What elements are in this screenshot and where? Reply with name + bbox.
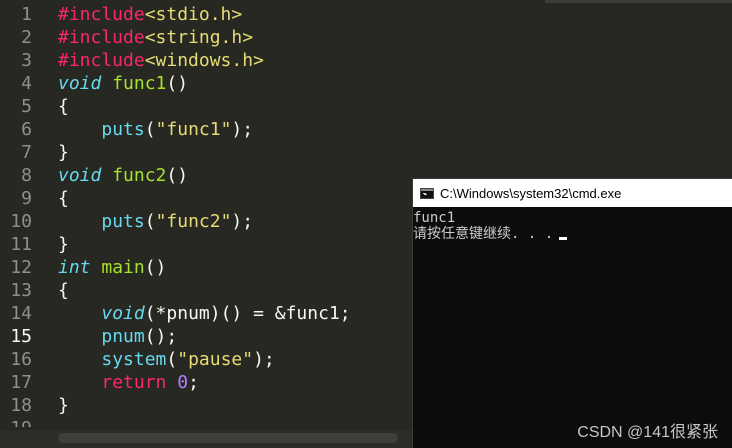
code-token: } [58, 142, 69, 163]
code-line[interactable]: #include<string.h> [58, 26, 732, 49]
code-token: #include [58, 50, 145, 71]
code-line[interactable]: void func1() [58, 72, 732, 95]
line-number: 17 [10, 372, 32, 393]
code-token: { [58, 280, 69, 301]
line-number: 12 [10, 257, 32, 278]
code-token: (*pnum)() = &func1; [144, 303, 351, 324]
code-token: "pause" [177, 349, 254, 370]
code-token: ( [144, 119, 156, 140]
code-token: () [144, 257, 167, 278]
code-token: ( [144, 211, 156, 232]
line-number-gutter: 12345678910111213141516171819 [0, 3, 44, 427]
code-token: ); [231, 119, 254, 140]
code-token: ); [231, 211, 254, 232]
line-number: 10 [10, 211, 32, 232]
code-token: { [58, 96, 69, 117]
horizontal-scrollbar[interactable] [0, 430, 412, 448]
console-line-text: 请按任意键继续. . . [413, 226, 554, 242]
line-number: 14 [10, 303, 32, 324]
line-number: 2 [21, 27, 32, 48]
code-token: { [58, 188, 69, 209]
code-token: #include [58, 4, 145, 25]
line-number: 3 [21, 50, 32, 71]
line-number: 15 [10, 326, 32, 347]
code-token: <windows.h> [144, 50, 264, 71]
code-token: ); [253, 349, 275, 370]
line-number: 16 [10, 349, 32, 370]
code-token: puts [101, 119, 145, 140]
code-token: void [58, 165, 102, 186]
line-number: 7 [21, 142, 32, 163]
text-cursor [559, 237, 568, 240]
code-token: ; [188, 372, 199, 393]
console-line-with-cursor: 请按任意键继续. . . [413, 226, 732, 242]
code-token: pnum [101, 326, 145, 347]
code-token: () [166, 73, 189, 94]
code-token: system [101, 349, 167, 370]
code-token: func1 [112, 73, 167, 94]
code-line[interactable]: puts("func1"); [58, 118, 732, 141]
cmd-window-title: C:\Windows\system32\cmd.exe [440, 185, 622, 201]
code-token: } [58, 395, 69, 416]
cmd-window[interactable]: C:\Windows\system32\cmd.exe func1 请按任意键继… [412, 178, 732, 448]
code-line[interactable]: #include<windows.h> [58, 49, 732, 72]
console-icon [420, 187, 434, 199]
line-number: 18 [10, 395, 32, 416]
code-line[interactable]: { [58, 95, 732, 118]
code-token: } [58, 234, 69, 255]
line-number: 19 [0, 417, 44, 427]
code-token: <stdio.h> [144, 4, 243, 25]
scrollbar-thumb[interactable] [58, 433, 398, 443]
line-number: 4 [21, 73, 32, 94]
code-token: <string.h> [144, 27, 254, 48]
code-token: return [101, 372, 167, 393]
code-token: void [101, 303, 145, 324]
line-number: 6 [21, 119, 32, 140]
code-token: func2 [112, 165, 167, 186]
code-token: puts [101, 211, 145, 232]
line-number: 13 [10, 280, 32, 301]
code-token: main [101, 257, 145, 278]
line-number: 8 [21, 165, 32, 186]
line-number: 1 [21, 4, 32, 25]
code-line[interactable]: #include<stdio.h> [58, 3, 732, 26]
code-token: () [166, 165, 189, 186]
code-token: "func2" [155, 211, 232, 232]
code-token: "func1" [155, 119, 232, 140]
code-line[interactable]: } [58, 141, 732, 164]
code-token: int [58, 257, 91, 278]
code-token: 0 [177, 372, 189, 393]
console-line: func1 [413, 210, 456, 226]
line-number: 11 [10, 234, 32, 255]
code-token: void [58, 73, 102, 94]
code-token: ( [166, 349, 178, 370]
line-number: 9 [21, 188, 32, 209]
line-number: 5 [21, 96, 32, 117]
csdn-watermark: CSDN @141很紧张 [577, 424, 718, 441]
code-token: (); [144, 326, 178, 347]
code-token: #include [58, 27, 145, 48]
console-output: func1 请按任意键继续. . . [413, 207, 732, 242]
cmd-titlebar[interactable]: C:\Windows\system32\cmd.exe [413, 179, 732, 207]
